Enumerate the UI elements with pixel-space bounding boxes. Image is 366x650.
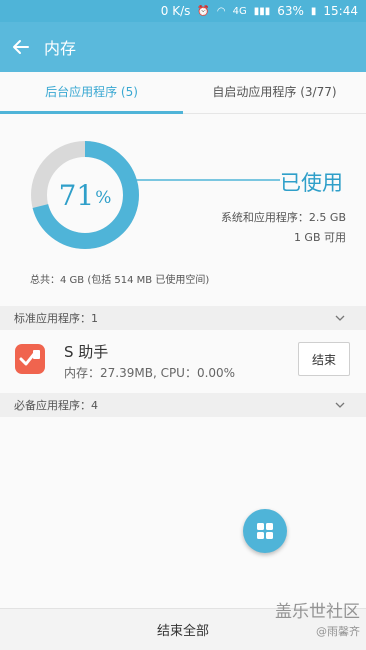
back-arrow-icon — [13, 40, 29, 54]
available-memory: 1 GB 可用 — [293, 231, 346, 244]
chevron-down-icon — [335, 315, 345, 321]
grid-icon — [257, 523, 273, 539]
section-essential-apps[interactable]: 必备应用程序：4 — [0, 393, 366, 417]
chevron-down-icon — [335, 402, 345, 408]
grid-fab-button[interactable] — [243, 509, 287, 553]
alarm-icon: ⏰ — [197, 5, 210, 17]
usage-percent-number: 71 — [58, 178, 95, 212]
app-bar: 内存 — [0, 22, 366, 72]
clock: 15:44 — [323, 4, 358, 18]
total-memory: 总共：4 GB (包括 514 MB 已使用空间) — [30, 275, 210, 286]
s-assistant-app-icon — [15, 344, 45, 374]
status-bar: 0 K/s ⏰ ◠ 4G ▮▮▮ 63% ▮ 15:44 — [0, 0, 366, 22]
section-standard-label: 标准应用程序：1 — [14, 312, 98, 325]
page-title: 内存 — [44, 39, 77, 58]
back-button[interactable] — [0, 22, 42, 72]
end-app-button[interactable]: 结束 — [298, 342, 350, 376]
signal-icon: ▮▮▮ — [253, 5, 271, 17]
watermark-community: 盖乐世社区 — [275, 602, 360, 622]
used-label: 已使用 — [280, 171, 343, 195]
tab-background-apps[interactable]: 后台应用程序 (5) — [0, 72, 183, 114]
tab-bar: 后台应用程序 (5) 自启动应用程序 (3/77) — [0, 72, 366, 114]
tab-autostart-apps[interactable]: 自启动应用程序 (3/77) — [183, 72, 366, 113]
system-apps-usage: 系统和应用程序：2.5 GB — [220, 211, 346, 224]
section-essential-label: 必备应用程序：4 — [14, 399, 98, 412]
battery-level: 63% — [277, 4, 304, 18]
usage-percent-sign: % — [95, 188, 112, 208]
section-standard-apps[interactable]: 标准应用程序：1 — [0, 306, 366, 330]
usage-percent: 71 % — [30, 140, 140, 250]
used-leader-line — [125, 178, 280, 182]
app-usage-detail: 内存：27.39MB, CPU：0.00% — [64, 366, 236, 380]
list-item: S 助手 内存：27.39MB, CPU：0.00% 结束 — [0, 330, 366, 390]
app-name: S 助手 — [64, 343, 109, 361]
wifi-icon: ◠ — [216, 5, 226, 17]
network-type: 4G — [232, 5, 247, 17]
net-speed: 0 K/s — [160, 4, 191, 18]
battery-icon: ▮ — [310, 5, 317, 17]
watermark-user: @雨馨齐 — [316, 625, 360, 638]
